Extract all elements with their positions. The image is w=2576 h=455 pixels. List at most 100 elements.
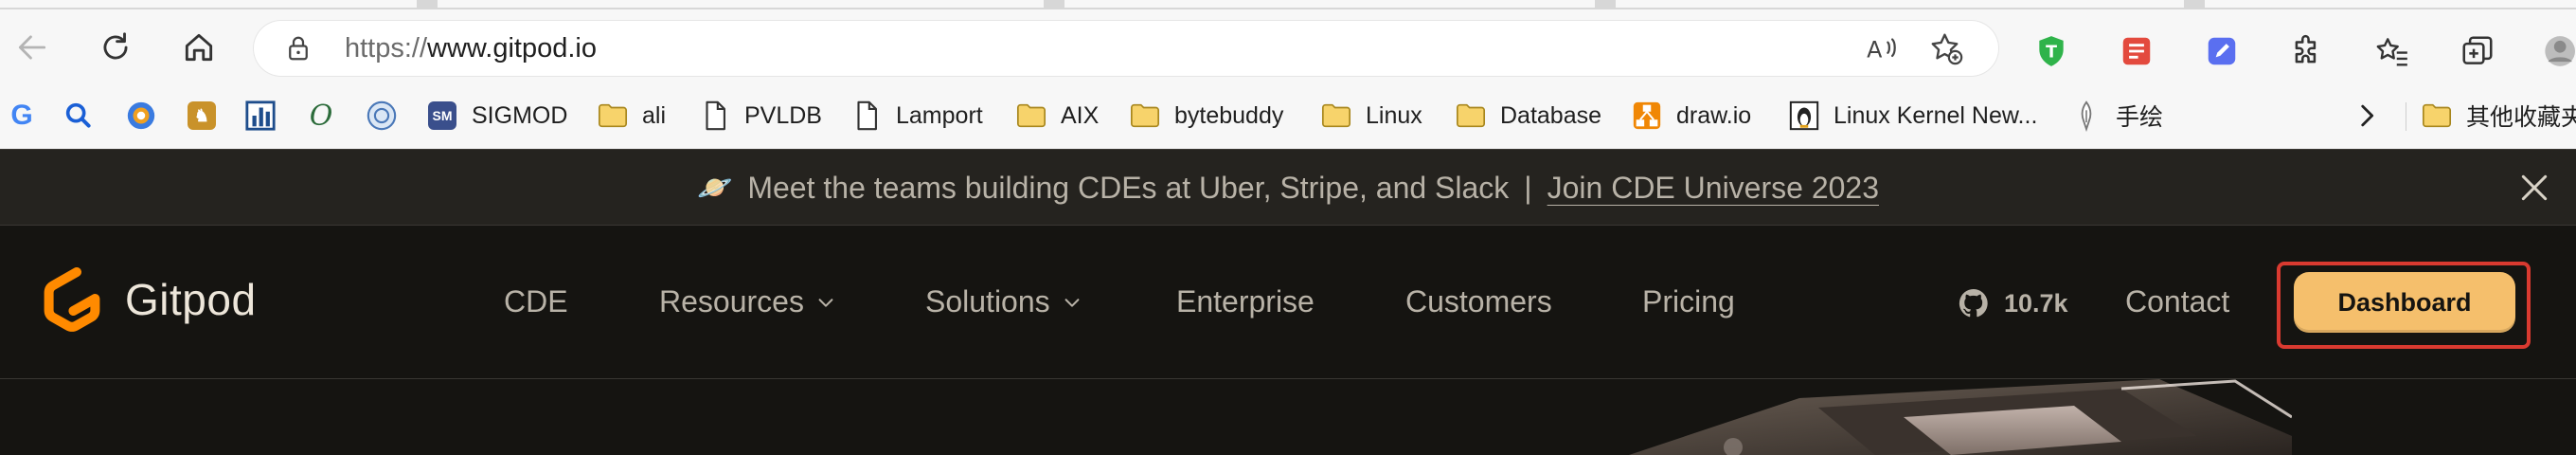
nav-enterprise[interactable]: Enterprise (1176, 284, 1315, 319)
nav-resources[interactable]: Resources (659, 284, 836, 319)
browser-chrome: https://www.gitpod.io A T G ♞ O SM SIGMO… (0, 0, 2576, 149)
omega-icon: O (309, 99, 333, 133)
bookmark-seal[interactable] (366, 95, 398, 136)
seal-icon (366, 100, 398, 132)
browser-tab[interactable] (1616, 0, 2184, 8)
bookmark-lamport[interactable]: Lamport (850, 95, 983, 136)
bookmarks-bar: G ♞ O SM SIGMOD ali PVLDB Lamport AIX by… (0, 89, 2576, 146)
browser-tab[interactable] (1064, 0, 1595, 8)
bookmark-folder-aix[interactable]: AIX (1015, 95, 1099, 136)
folder-icon (2421, 100, 2453, 132)
bookmark-chart[interactable] (244, 95, 277, 136)
add-favorite-icon[interactable] (1928, 30, 1964, 66)
profile-avatar (2545, 36, 2575, 66)
pen-extension[interactable] (2203, 32, 2241, 70)
back-button[interactable] (8, 23, 57, 72)
notes-extension-icon (2122, 37, 2151, 65)
bookmark-label: draw.io (1676, 101, 1752, 129)
pen-nib-icon (2070, 100, 2102, 132)
bookmark-omega[interactable]: O (305, 95, 337, 136)
announcement-text: Meet the teams building CDEs at Uber, St… (747, 170, 1510, 205)
tampermonkey-extension[interactable]: T (2032, 32, 2070, 70)
tux-icon (1788, 100, 1820, 132)
lock-icon[interactable] (284, 34, 313, 63)
bookmark-linux-kernel-news[interactable]: Linux Kernel New... (1788, 95, 2037, 136)
browser-tab[interactable] (438, 0, 1044, 8)
google-icon: G (10, 100, 33, 131)
nav-customers[interactable]: Customers (1405, 284, 1552, 319)
nav-solutions[interactable]: Solutions (925, 284, 1082, 319)
collections-button[interactable] (2459, 32, 2496, 70)
github-stars-link[interactable]: 10.7k (1957, 286, 2068, 320)
folder-icon (597, 100, 629, 132)
puzzle-icon (2295, 34, 2317, 64)
home-button[interactable] (174, 23, 224, 72)
reload-button[interactable] (91, 23, 140, 72)
bookmark-pvldb[interactable]: PVLDB (699, 95, 822, 136)
bookmark-label: Lamport (896, 101, 983, 129)
folder-icon (1129, 100, 1161, 132)
profile-button[interactable] (2538, 32, 2576, 70)
browser-tab[interactable] (0, 0, 417, 8)
bookmark-site[interactable]: ♞ (186, 95, 218, 136)
reload-icon (103, 32, 128, 60)
nav-cde[interactable]: CDE (504, 284, 568, 319)
favorites-button[interactable] (2373, 32, 2411, 70)
drawio-icon (1631, 100, 1663, 132)
read-aloud-icon[interactable]: A (1864, 30, 1900, 66)
chevron-down-icon (1064, 298, 1080, 307)
dashboard-button[interactable]: Dashboard (2294, 272, 2515, 333)
page-icon (850, 100, 883, 132)
url-text[interactable]: https://www.gitpod.io (345, 32, 597, 64)
close-icon[interactable] (2515, 169, 2553, 207)
sigmod-icon: SM (426, 100, 458, 132)
tampermonkey-icon: T (2039, 36, 2064, 66)
home-icon (185, 33, 213, 62)
bookmark-label: ali (642, 101, 667, 129)
address-bar[interactable]: https://www.gitpod.io A (254, 21, 1998, 76)
bookmark-folder-other[interactable]: 其他收藏夹 (2421, 95, 2576, 136)
site-header: Gitpod CDE Resources Solutions Enterpris… (0, 226, 2576, 379)
bookmark-folder-ali[interactable]: ali (597, 95, 666, 136)
search-icon (63, 100, 95, 132)
bookmark-label: AIX (1061, 101, 1100, 129)
bookmark-search[interactable] (63, 95, 95, 136)
bookmark-folder-bytebuddy[interactable]: bytebuddy (1129, 95, 1283, 136)
bookmark-label: PVLDB (744, 101, 822, 129)
bookmark-label: Linux Kernel New... (1834, 101, 2038, 129)
nav-label: Customers (1405, 284, 1552, 318)
notes-extension[interactable] (2118, 32, 2156, 70)
bookmark-folder-database[interactable]: Database (1455, 95, 1601, 136)
nav-pricing[interactable]: Pricing (1642, 284, 1735, 319)
bookmark-drawio[interactable]: draw.io (1631, 95, 1751, 136)
announcement-link[interactable]: Join CDE Universe 2023 (1547, 171, 1879, 206)
announcement-separator: | (1524, 170, 1532, 205)
back-arrow-icon (18, 35, 46, 60)
planet-emoji: 🪐 (696, 172, 733, 204)
bookmarks-overflow-button[interactable] (2351, 95, 2383, 136)
scholar-icon (125, 100, 157, 132)
bookmark-label: bytebuddy (1174, 101, 1284, 129)
contact-link[interactable]: Contact (2125, 284, 2229, 319)
browser-tab[interactable] (2205, 0, 2576, 8)
announcement-banner: 🪐 Meet the teams building CDEs at Uber, … (0, 149, 2576, 226)
favorites-icon (2376, 38, 2407, 66)
nav-label: Solutions (925, 284, 1050, 318)
bookmark-scholar[interactable] (125, 95, 157, 136)
bookmark-label: Database (1500, 101, 1602, 129)
bookmark-folder-linux[interactable]: Linux (1320, 95, 1422, 136)
bookmark-label: Linux (1366, 101, 1422, 129)
gitpod-logo-icon (44, 267, 100, 332)
nav-label: Enterprise (1176, 284, 1315, 318)
bookmark-sigmod[interactable]: SM SIGMOD (426, 95, 567, 136)
site-icon: ♞ (186, 100, 218, 132)
folder-icon (1455, 100, 1487, 132)
url-host: www.gitpod.io (427, 33, 597, 64)
extensions-button[interactable] (2288, 32, 2326, 70)
bookmark-google[interactable]: G (6, 95, 38, 136)
bookmark-label: SIGMOD (472, 101, 568, 129)
gitpod-logo[interactable]: Gitpod (38, 262, 257, 337)
chart-icon (244, 100, 277, 132)
bookmark-sketch[interactable]: 手绘 (2070, 95, 2163, 136)
browser-toolbar: https://www.gitpod.io A T (0, 9, 2576, 89)
